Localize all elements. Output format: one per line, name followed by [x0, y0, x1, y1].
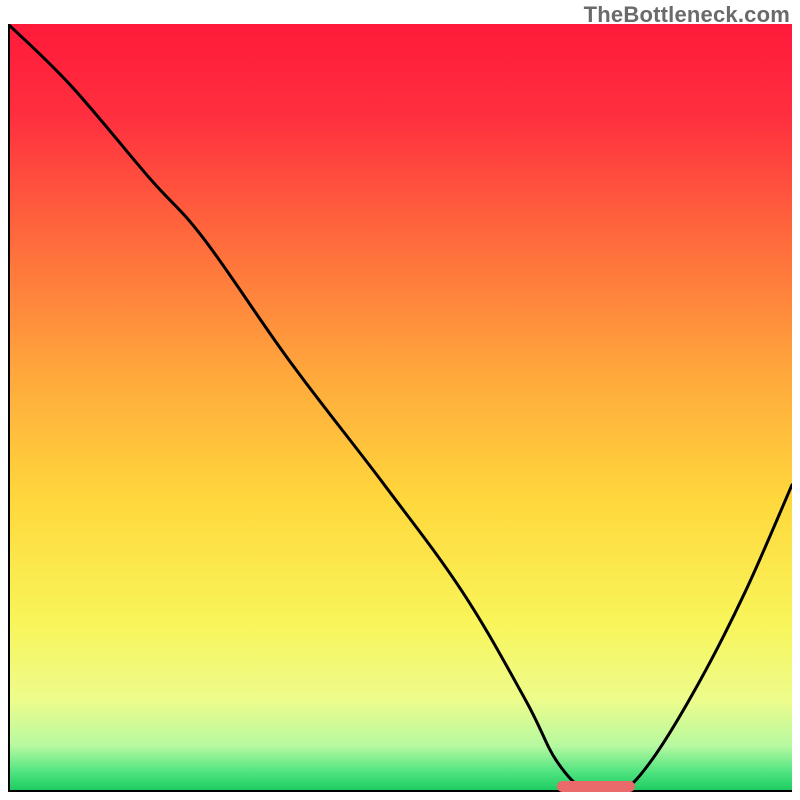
axes: [8, 24, 792, 792]
sweet-spot-marker: [557, 781, 635, 792]
watermark-text: TheBottleneck.com: [584, 2, 790, 28]
plot-area: [8, 24, 792, 792]
